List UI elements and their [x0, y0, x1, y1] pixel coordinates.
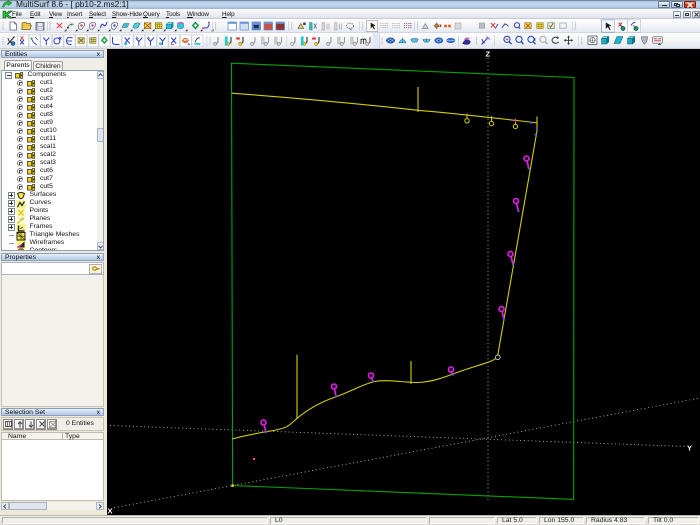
svg-text:Z: Z [486, 50, 491, 59]
svg-text:Y: Y [687, 444, 692, 453]
svg-text:X: X [108, 507, 113, 516]
